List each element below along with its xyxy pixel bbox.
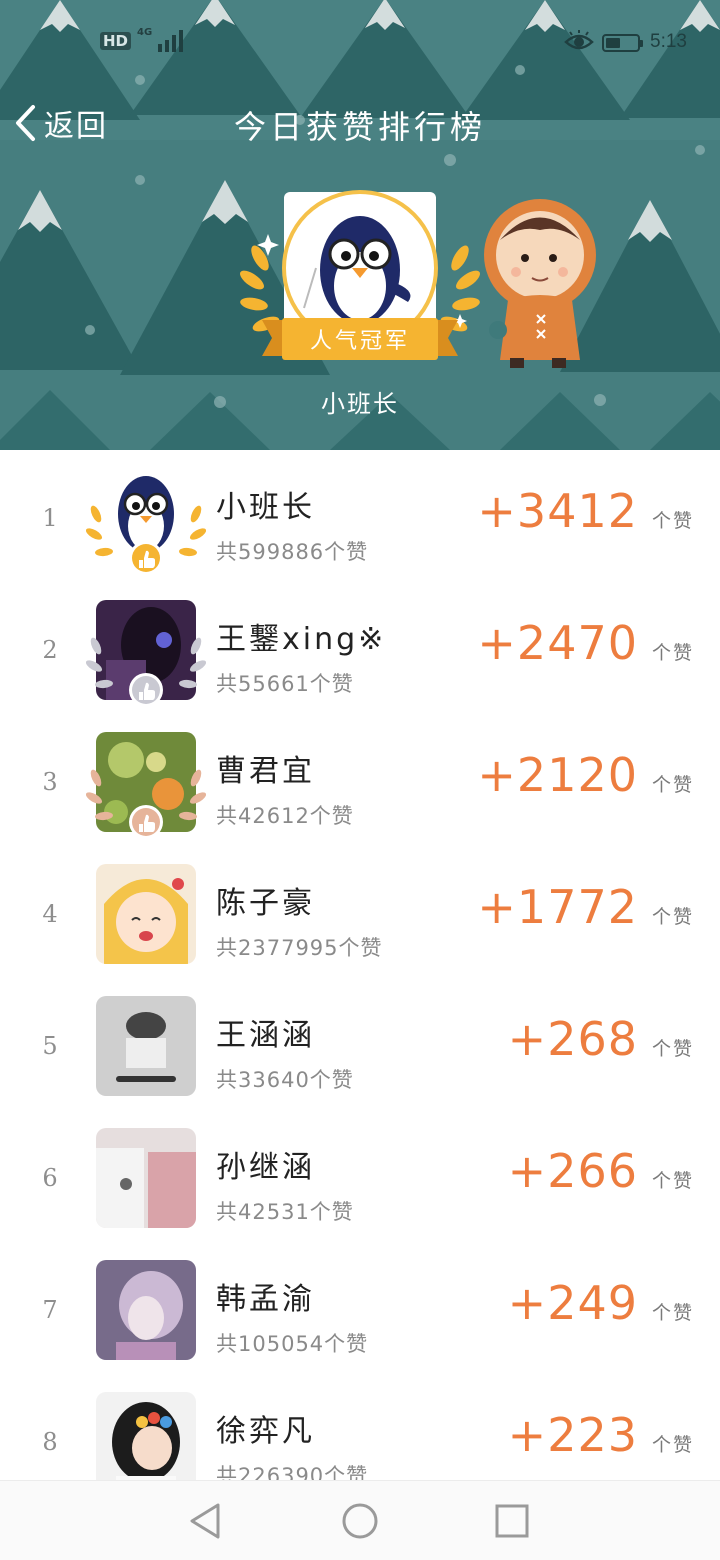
today-likes: +223 — [507, 1408, 638, 1462]
today-likes: +249 — [507, 1276, 638, 1330]
battery-level — [606, 38, 620, 48]
nav-bar: 返回 今日获赞排行榜 — [0, 95, 720, 151]
avatar[interactable] — [96, 1260, 196, 1360]
rank-number: 8 — [42, 1428, 58, 1456]
nav-home-button[interactable] — [340, 1501, 380, 1541]
avatar-image — [96, 996, 196, 1096]
like-unit-label: 个赞 — [652, 906, 695, 928]
signal-group: HD 4G — [100, 27, 184, 52]
user-name[interactable]: 陈子豪 — [216, 878, 315, 922]
user-name[interactable]: 孙继涵 — [216, 1142, 315, 1186]
avatar-image — [96, 468, 196, 568]
signal-icon — [158, 30, 184, 52]
like-unit-label: 个赞 — [652, 1302, 695, 1324]
like-unit-label: 个赞 — [652, 1434, 695, 1456]
avatar-image — [96, 1260, 196, 1360]
nav-back-button[interactable] — [186, 1501, 226, 1541]
avatar[interactable] — [96, 1128, 196, 1228]
rank-number: 4 — [42, 900, 58, 928]
ranking-row[interactable]: 3 曹君宜共42612个赞 +2120 个赞 — [0, 716, 720, 848]
champion-avatar[interactable]: 人气冠军 — [238, 188, 482, 388]
ranking-row[interactable]: 7 韩孟渝共105054个赞 +249 个赞 — [0, 1244, 720, 1376]
user-name[interactable]: 王涵涵 — [216, 1010, 315, 1054]
rank-number: 6 — [42, 1164, 58, 1192]
avatar[interactable] — [96, 468, 196, 568]
clock: 5:13 — [650, 31, 687, 52]
avatar-image — [96, 600, 196, 700]
total-likes: 共2377995个赞 — [216, 936, 383, 960]
today-likes: +268 — [507, 1012, 638, 1066]
page-title: 今日获赞排行榜 — [233, 108, 486, 146]
avatar-image — [96, 864, 196, 964]
total-likes: 共599886个赞 — [216, 540, 369, 564]
avatar-image — [96, 1392, 196, 1480]
header: HD 4G 5:13 返回 今日获赞排行榜 人气冠军 小班长 — [0, 0, 720, 450]
today-likes: +2470 — [477, 616, 638, 670]
eye-comfort-icon — [564, 30, 594, 50]
avatar[interactable] — [96, 732, 196, 832]
ranking-row[interactable]: 5 王涵涵共33640个赞 +268 个赞 — [0, 980, 720, 1112]
like-unit-label: 个赞 — [652, 1038, 695, 1060]
user-name[interactable]: 韩孟渝 — [216, 1274, 315, 1318]
nav-recents-button[interactable] — [492, 1501, 532, 1541]
avatar-image — [96, 732, 196, 832]
network-type: 4G — [137, 27, 153, 38]
hd-badge: HD — [100, 32, 132, 50]
total-likes: 共33640个赞 — [216, 1068, 354, 1092]
battery-tip — [640, 40, 643, 47]
avatar[interactable] — [96, 600, 196, 700]
total-likes: 共55661个赞 — [216, 672, 354, 696]
ranking-row[interactable]: 8 徐弈凡共226390个赞 +223 个赞 — [0, 1376, 720, 1480]
user-name[interactable]: 王鑋xing※ — [216, 614, 386, 658]
system-nav-bar — [0, 1480, 720, 1560]
user-name[interactable]: 小班长 — [216, 482, 315, 526]
today-likes: +266 — [507, 1144, 638, 1198]
avatar[interactable] — [96, 1392, 196, 1480]
ranking-row[interactable]: 2 王鑋xing※ 共55661个赞 +2470 个赞 — [0, 584, 720, 716]
user-name[interactable]: 徐弈凡 — [216, 1406, 315, 1450]
rank-number: 1 — [42, 504, 58, 532]
like-unit-label: 个赞 — [652, 510, 695, 532]
battery-icon — [602, 34, 640, 52]
today-likes: +1772 — [477, 880, 638, 934]
status-bar: HD 4G 5:13 — [0, 0, 720, 80]
rank-number: 5 — [42, 1032, 58, 1060]
champion-name: 小班长 — [321, 390, 399, 418]
rank-number: 3 — [42, 768, 58, 796]
total-likes: 共42531个赞 — [216, 1200, 354, 1224]
avatar-image — [96, 1128, 196, 1228]
avatar[interactable] — [96, 996, 196, 1096]
ranking-row[interactable]: 1 小班长共599886个赞 +3412 个赞 — [0, 452, 720, 584]
triangle-back-icon — [190, 1503, 220, 1539]
status-right: 5:13 — [560, 28, 720, 58]
today-likes: +2120 — [477, 748, 638, 802]
total-likes: 共105054个赞 — [216, 1332, 369, 1356]
total-likes: 共226390个赞 — [216, 1464, 369, 1480]
square-recents-icon — [495, 1504, 529, 1538]
circle-home-icon — [342, 1503, 378, 1539]
rank-number: 2 — [42, 636, 58, 664]
rank-number: 7 — [42, 1296, 58, 1324]
like-unit-label: 个赞 — [652, 774, 695, 796]
like-unit-label: 个赞 — [652, 1170, 695, 1192]
user-name[interactable]: 曹君宜 — [216, 746, 315, 790]
like-unit-label: 个赞 — [652, 642, 695, 664]
ranking-list[interactable]: 1 小班长共599886个赞 +3412 个赞 2 王鑋xing※ 共55661个赞 +247… — [0, 450, 720, 1480]
champion-badge: 人气冠军 — [240, 190, 480, 360]
ranking-row[interactable]: 6 孙继涵共42531个赞 +266 个赞 — [0, 1112, 720, 1244]
today-likes: +3412 — [477, 484, 638, 538]
avatar[interactable] — [96, 864, 196, 964]
champion-banner: 人气冠军 — [310, 329, 410, 354]
total-likes: 共42612个赞 — [216, 804, 354, 828]
ranking-row[interactable]: 4 陈子豪共2377995个赞 +1772 个赞 — [0, 848, 720, 980]
